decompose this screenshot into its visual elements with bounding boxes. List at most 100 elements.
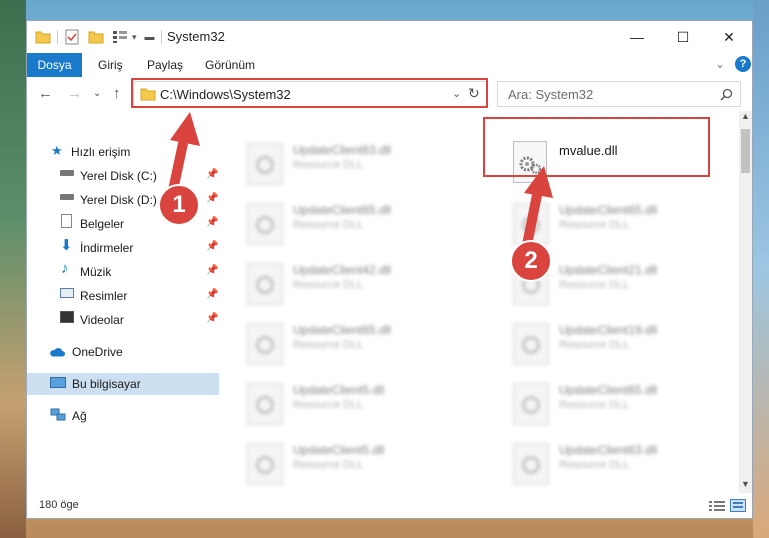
file-tile[interactable]: UpdateClient42.dll Resource DLL (247, 259, 467, 311)
tab-home[interactable]: Giriş (98, 53, 123, 77)
item-count: 180 öge (39, 499, 79, 511)
tab-view[interactable]: Görünüm (205, 53, 255, 77)
desktop-background-left (0, 0, 26, 538)
tab-file[interactable]: Dosya (27, 53, 82, 77)
file-name: UpdateClient63.dll (293, 143, 392, 157)
address-bar-highlight (131, 78, 488, 108)
file-name: UpdateClient65.dll (293, 323, 392, 337)
file-name: UpdateClient65.dll (559, 383, 658, 397)
file-tile[interactable]: UpdateClient63.dll Resource DLL (513, 439, 733, 491)
nav-label: Bu bilgisayar (72, 377, 141, 391)
toolbar-divider (160, 30, 162, 44)
pin-icon[interactable]: 📌 (206, 193, 218, 204)
dll-file-icon (513, 443, 549, 485)
file-tile[interactable]: UpdateClient65.dll Resource DLL (247, 199, 467, 251)
step-1-badge: 1 (158, 184, 200, 226)
scroll-down-icon[interactable]: ▼ (741, 479, 750, 489)
dll-file-icon (247, 263, 283, 305)
file-type: Resource DLL (293, 339, 364, 351)
tab-share[interactable]: Paylaş (147, 53, 183, 77)
folder-icon[interactable] (35, 30, 51, 44)
pin-icon[interactable]: 📌 (206, 289, 218, 300)
nav-item-this-pc[interactable]: Bu bilgisayar (27, 373, 219, 395)
search-icon[interactable] (720, 88, 733, 101)
file-name: UpdateClient65.dll (559, 203, 658, 217)
network-icon (50, 408, 66, 421)
step-2-badge: 2 (510, 240, 552, 282)
navigation-pane: ★ Hızlı erişim Yerel Disk (C:) 📌 Yerel D… (27, 111, 219, 493)
status-bar: 180 öge (27, 493, 752, 518)
help-button[interactable]: ? (735, 56, 751, 72)
file-tile[interactable]: UpdateClient5.dll Resource DLL (247, 439, 467, 491)
ribbon-tabs: Dosya Giriş Paylaş Görünüm ⌄ ? (27, 53, 752, 77)
file-name: UpdateClient5.dll (293, 383, 385, 397)
pin-icon[interactable]: 📌 (206, 241, 218, 252)
nav-item-downloads[interactable]: ⬇ İndirmeler 📌 (27, 237, 219, 259)
nav-item-quick-access[interactable]: ★ Hızlı erişim (27, 141, 219, 163)
view-list-icon[interactable] (112, 30, 130, 44)
window-title: System32 (167, 29, 225, 44)
vertical-scrollbar[interactable]: ▲ ▼ (739, 111, 752, 493)
recent-locations-icon[interactable]: ⌄ (93, 88, 101, 99)
dll-file-icon (513, 203, 549, 245)
file-name: UpdateClient21.dll (559, 263, 658, 277)
desktop-background-right (753, 0, 769, 538)
music-icon: ♪ (61, 260, 69, 277)
properties-icon[interactable] (64, 29, 80, 45)
file-name: UpdateClient63.dll (559, 443, 658, 457)
close-button[interactable]: ✕ (706, 21, 752, 53)
nav-label: Müzik (80, 265, 112, 279)
pin-icon[interactable]: 📌 (206, 265, 218, 276)
nav-item-pictures[interactable]: Resimler 📌 (27, 285, 219, 307)
quick-access-more-icon[interactable]: ▬ (145, 32, 155, 43)
file-tile[interactable]: UpdateClient65.dll Resource DLL (513, 379, 733, 431)
nav-label: İndirmeler (80, 241, 134, 255)
pin-icon[interactable]: 📌 (206, 313, 218, 324)
toolbar-divider (57, 30, 58, 44)
details-view-icon[interactable] (709, 500, 725, 512)
nav-label: Yerel Disk (C:) (80, 169, 157, 183)
file-name: UpdateClient65.dll (293, 203, 392, 217)
maximize-button[interactable]: ☐ (660, 21, 706, 53)
file-type: Resource DLL (559, 339, 630, 351)
file-type: Resource DLL (293, 219, 364, 231)
pin-icon[interactable]: 📌 (206, 169, 218, 180)
drive-icon (60, 170, 74, 176)
star-icon: ★ (51, 143, 63, 158)
ribbon-expand-icon[interactable]: ⌄ (715, 57, 725, 71)
nav-item-onedrive[interactable]: OneDrive (27, 341, 219, 363)
search-input[interactable]: Ara: System32 (508, 87, 593, 102)
up-arrow-icon[interactable]: ↑ (113, 85, 121, 102)
file-tile[interactable]: UpdateClient19.dll Resource DLL (513, 319, 733, 371)
nav-item-music[interactable]: ♪ Müzik 📌 (27, 260, 219, 283)
file-highlight (483, 117, 710, 177)
file-tile[interactable]: UpdateClient5.dll Resource DLL (247, 379, 467, 431)
file-tile[interactable]: UpdateClient65.dll Resource DLL (247, 319, 467, 371)
file-type: Resource DLL (559, 399, 630, 411)
customize-dropdown-icon[interactable]: ▾ (132, 32, 137, 43)
scroll-up-icon[interactable]: ▲ (741, 111, 750, 121)
back-arrow-icon[interactable]: ← (38, 85, 53, 102)
new-folder-icon[interactable] (88, 30, 104, 44)
nav-item-local-disk-c[interactable]: Yerel Disk (C:) 📌 (27, 165, 219, 187)
dll-file-icon (247, 383, 283, 425)
scrollbar-thumb[interactable] (741, 129, 750, 173)
tiles-view-icon[interactable] (730, 499, 746, 512)
dll-file-icon (513, 383, 549, 425)
title-bar: ▾ ▬ System32 — ☐ ✕ (27, 21, 752, 53)
file-tile[interactable]: UpdateClient65.dll Resource DLL (513, 199, 733, 251)
file-type: Resource DLL (293, 399, 364, 411)
pin-icon[interactable]: 📌 (206, 217, 218, 228)
search-box[interactable]: Ara: System32 (497, 81, 741, 107)
document-icon (61, 214, 72, 228)
download-icon: ⬇ (60, 237, 73, 254)
nav-item-network[interactable]: Ağ (27, 405, 219, 427)
file-tile[interactable]: UpdateClient63.dll Resource DLL (247, 139, 467, 191)
forward-arrow-icon[interactable]: → (67, 85, 82, 102)
quick-access-toolbar: ▾ ▬ (35, 29, 168, 45)
drive-icon (60, 194, 74, 200)
nav-item-videos[interactable]: Videolar 📌 (27, 309, 219, 331)
minimize-button[interactable]: — (614, 21, 660, 53)
video-icon (60, 311, 74, 323)
file-type: Resource DLL (293, 279, 364, 291)
